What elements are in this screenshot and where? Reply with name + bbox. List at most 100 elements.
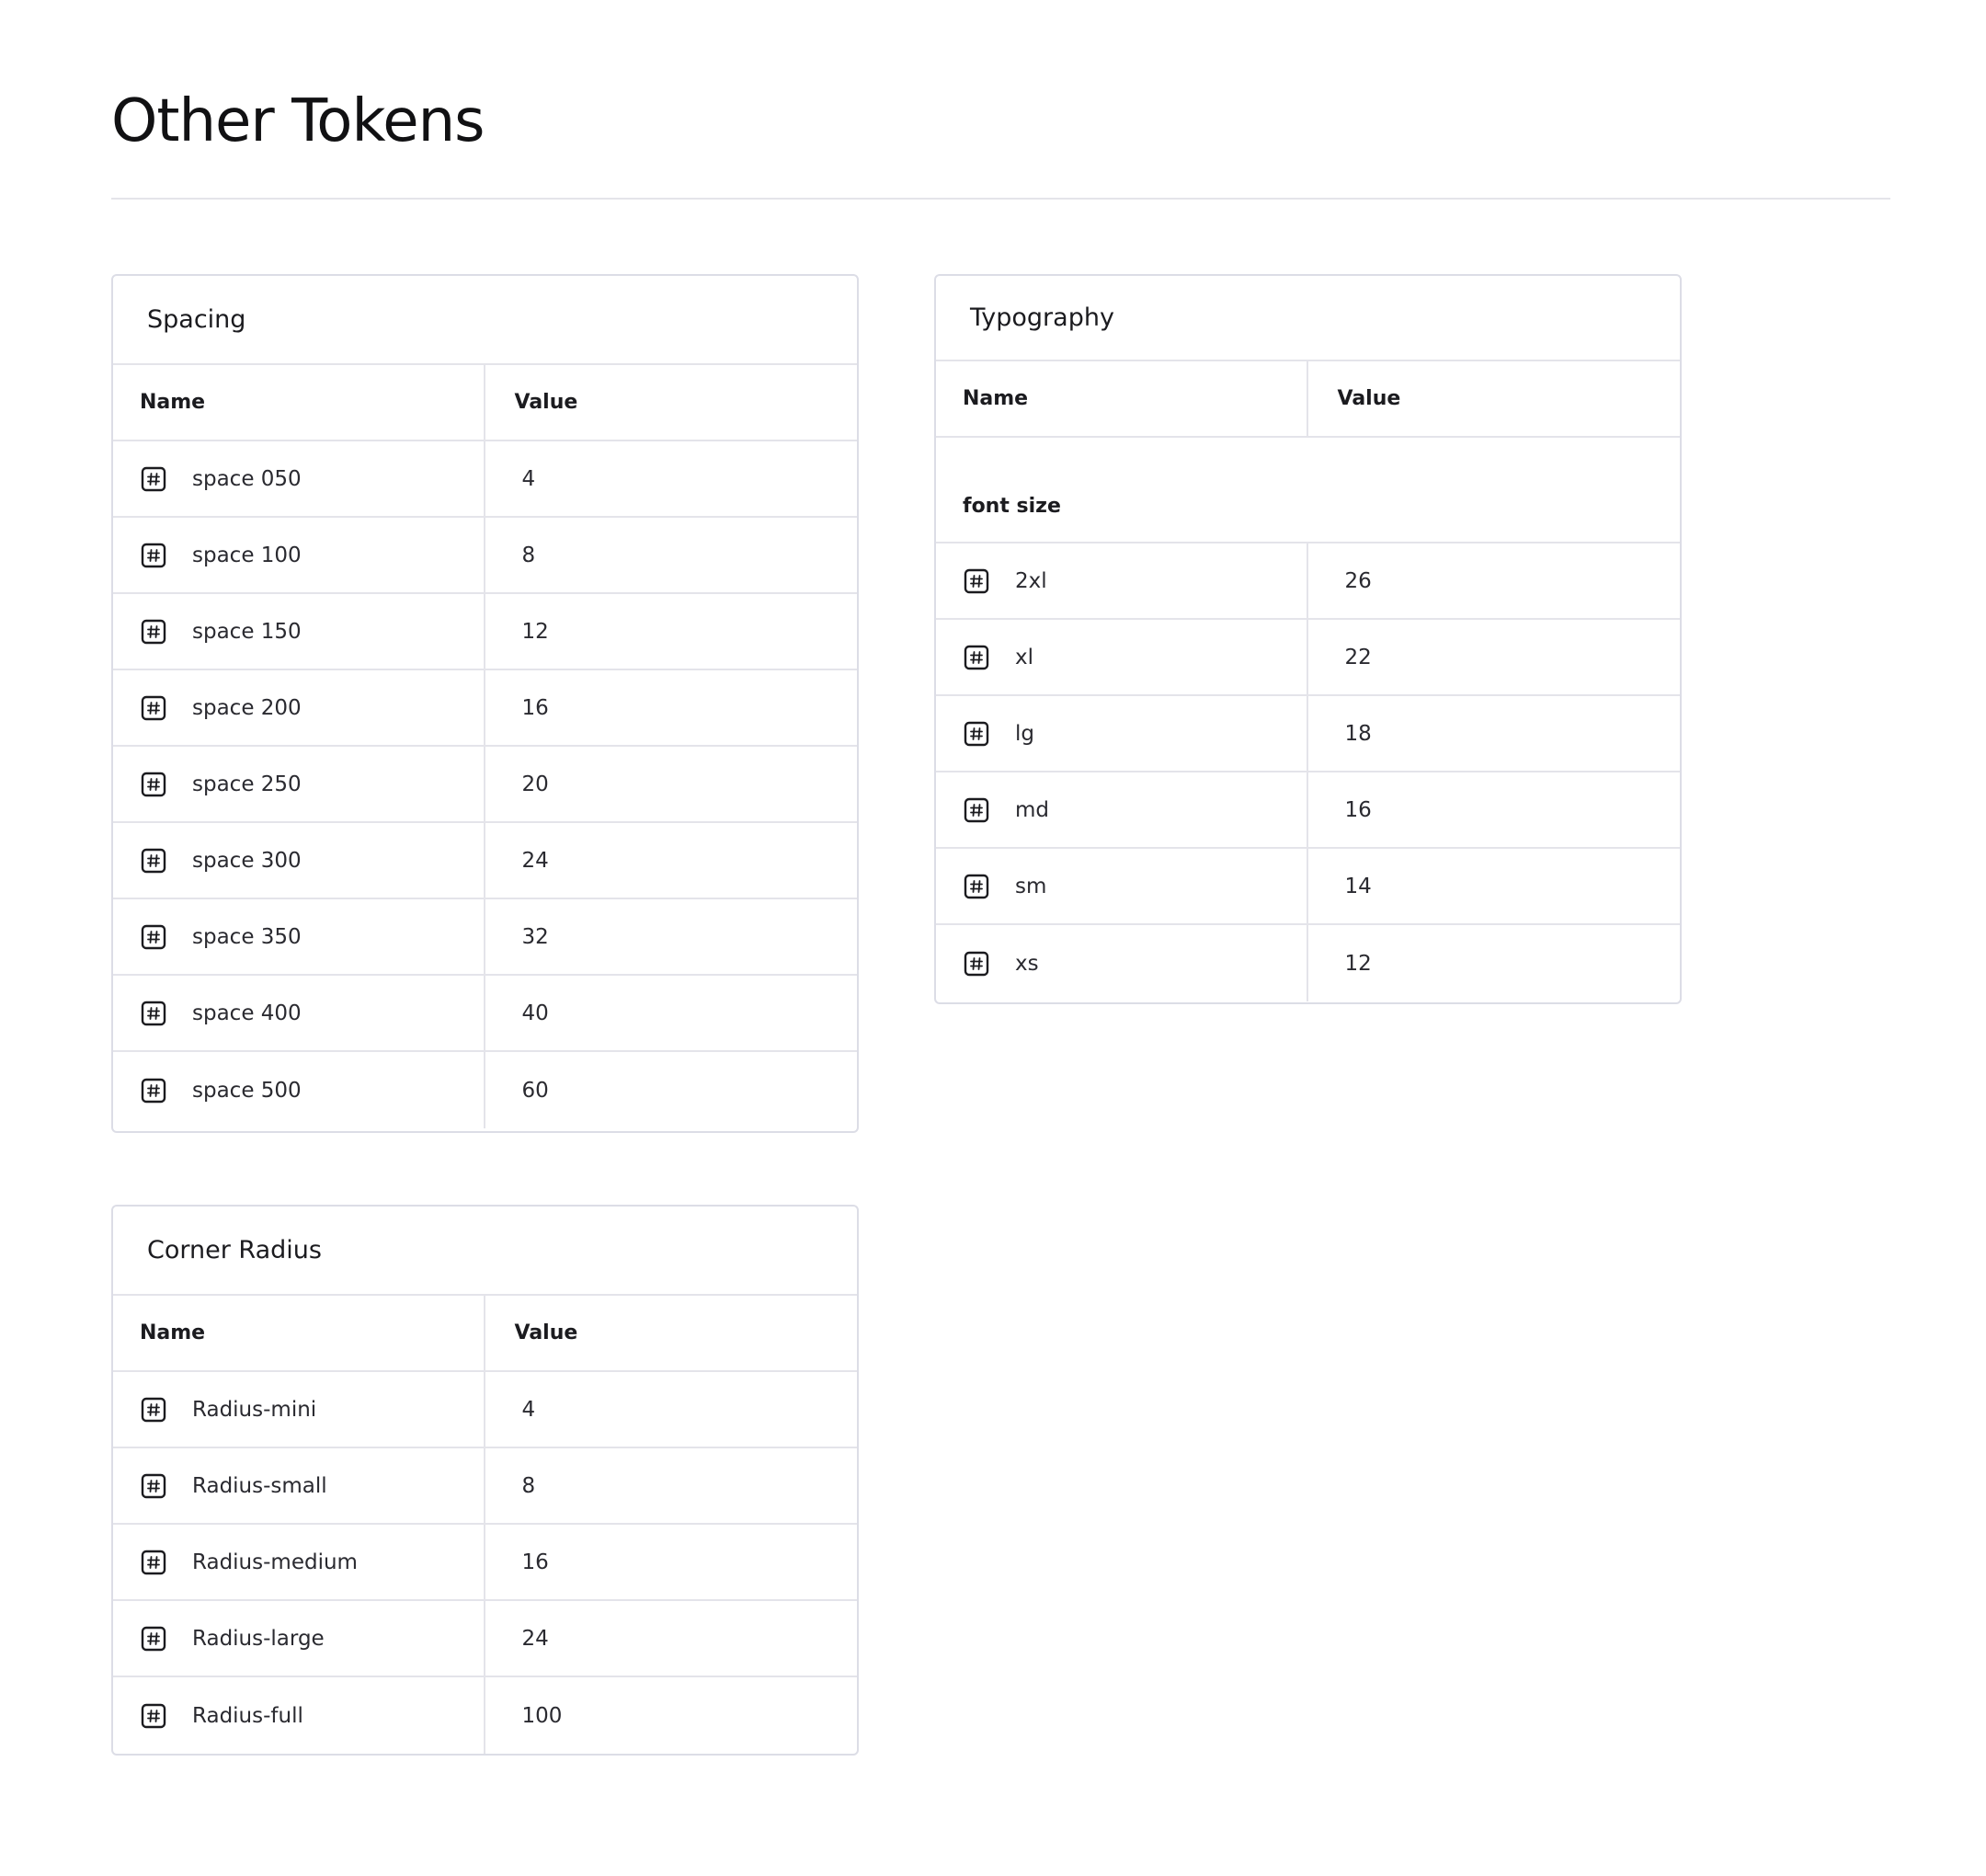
column-header-label: Value [1337, 387, 1401, 410]
column-header-label: Name [963, 387, 1029, 410]
token-name-cell: sm [936, 849, 1308, 923]
token-value-cell: 16 [1308, 772, 1681, 847]
token-value-cell: 24 [485, 1601, 858, 1676]
token-value-cell: 8 [485, 1448, 858, 1523]
page-title: Other Tokens [111, 87, 485, 155]
token-name-cell: space 500 [113, 1052, 485, 1128]
hash-icon [964, 645, 989, 670]
token-value-cell: 16 [485, 670, 858, 745]
hash-icon [141, 1078, 166, 1104]
table-row: 2xl 26 [936, 543, 1680, 620]
token-value: 18 [1344, 721, 1372, 746]
hash-icon [141, 1703, 166, 1729]
column-header-value: Value [485, 365, 858, 440]
column-header-name: Name [113, 365, 485, 440]
token-value: 26 [1344, 568, 1372, 593]
token-value: 16 [521, 695, 549, 720]
token-value: 22 [1344, 645, 1372, 669]
table-row: xs 12 [936, 925, 1680, 1001]
table-header-row: Name Value [113, 1296, 857, 1372]
token-name-cell: xl [936, 620, 1308, 694]
table-row: xl 22 [936, 620, 1680, 696]
token-name: xl [1015, 645, 1034, 669]
table-row: space 150 12 [113, 594, 857, 670]
token-name-cell: Radius-mini [113, 1372, 485, 1447]
token-name: space 100 [192, 543, 302, 567]
hash-icon [141, 924, 166, 950]
token-name-cell: space 050 [113, 441, 485, 516]
token-name: space 250 [192, 772, 302, 796]
hash-icon [141, 543, 166, 568]
token-name: space 350 [192, 924, 302, 949]
token-value-cell: 4 [485, 441, 858, 516]
token-name-cell: space 250 [113, 747, 485, 821]
hash-icon [964, 797, 989, 823]
table-row: space 050 4 [113, 441, 857, 518]
column-header-label: Name [140, 1321, 206, 1344]
token-value-cell: 8 [485, 518, 858, 592]
token-name: xs [1015, 951, 1039, 976]
token-value: 8 [521, 543, 536, 567]
table-row: Radius-full 100 [113, 1677, 857, 1754]
token-name-cell: xs [936, 925, 1308, 1001]
table-row: space 350 32 [113, 899, 857, 976]
column-header-label: Value [514, 1321, 578, 1344]
title-divider [111, 198, 1890, 200]
hash-icon [141, 695, 166, 721]
token-value: 24 [521, 848, 549, 873]
typography-card: Typography Name Value font size 2xl 26 xl 2… [934, 274, 1682, 1004]
table-row: space 300 24 [113, 823, 857, 899]
token-name-cell: 2xl [936, 543, 1308, 618]
column-header-value: Value [1308, 361, 1681, 436]
hash-icon [141, 848, 166, 874]
corner-radius-card: Corner Radius Name Value Radius-mini 4 Rad… [111, 1205, 859, 1756]
token-name: Radius-small [192, 1473, 327, 1498]
hash-icon [964, 568, 989, 594]
token-value: 16 [1344, 797, 1372, 822]
token-value: 20 [521, 772, 549, 796]
token-name: Radius-large [192, 1626, 325, 1651]
card-header: Spacing [113, 276, 857, 365]
table-row: Radius-small 8 [113, 1448, 857, 1525]
table-row: Radius-large 24 [113, 1601, 857, 1677]
token-name: space 150 [192, 619, 302, 644]
column-header-name: Name [936, 361, 1308, 436]
hash-icon [141, 772, 166, 797]
table-row: space 250 20 [113, 747, 857, 823]
token-name-cell: md [936, 772, 1308, 847]
token-value: 12 [521, 619, 549, 644]
card-header: Typography [936, 276, 1680, 361]
card-title: Typography [970, 303, 1114, 332]
table-header-row: Name Value [113, 365, 857, 441]
token-value: 4 [521, 466, 536, 491]
token-value: 100 [521, 1703, 563, 1728]
table-row: lg 18 [936, 696, 1680, 772]
token-name: md [1015, 797, 1050, 822]
table-row: space 100 8 [113, 518, 857, 594]
hash-icon [141, 1550, 166, 1575]
token-name-cell: Radius-small [113, 1448, 485, 1523]
hash-icon [141, 1397, 166, 1423]
table-row: space 200 16 [113, 670, 857, 747]
table-row: space 400 40 [113, 976, 857, 1052]
token-value-cell: 14 [1308, 849, 1681, 923]
token-value: 4 [521, 1397, 536, 1422]
token-value: 24 [521, 1626, 549, 1651]
token-name-cell: space 400 [113, 976, 485, 1050]
token-value: 16 [521, 1550, 549, 1574]
card-title: Spacing [147, 305, 246, 334]
table-row: md 16 [936, 772, 1680, 849]
token-value-cell: 26 [1308, 543, 1681, 618]
token-value: 8 [521, 1473, 536, 1498]
token-name: space 200 [192, 695, 302, 720]
token-value-cell: 60 [485, 1052, 858, 1128]
table-body: 2xl 26 xl 22 lg 18 md 16 sm 14 xs 12 [936, 543, 1680, 1001]
token-name-cell: Radius-full [113, 1677, 485, 1754]
token-value: 32 [521, 924, 549, 949]
table-row: space 500 60 [113, 1052, 857, 1128]
card-title: Corner Radius [147, 1236, 322, 1264]
token-name: Radius-medium [192, 1550, 358, 1574]
token-value-cell: 22 [1308, 620, 1681, 694]
token-name-cell: space 100 [113, 518, 485, 592]
token-value-cell: 24 [485, 823, 858, 898]
